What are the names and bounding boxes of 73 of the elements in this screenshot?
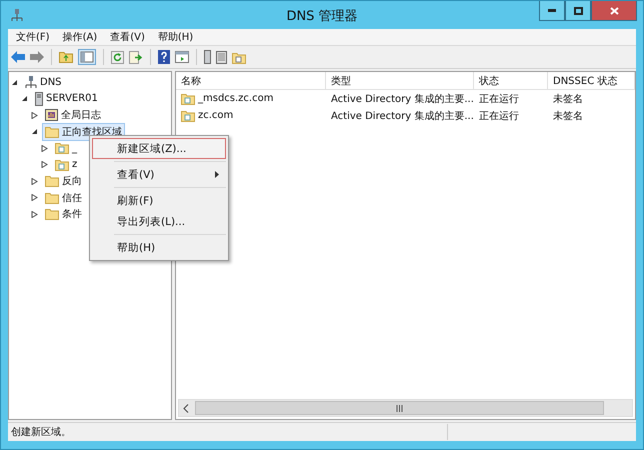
server-icon — [35, 92, 43, 106]
expanded-arrow-icon[interactable] — [21, 95, 28, 102]
scroll-thumb[interactable] — [195, 401, 604, 415]
zone-icon — [181, 92, 195, 104]
table-cell-text: 未签名 — [552, 110, 584, 124]
tree-item[interactable]: z — [72, 159, 78, 170]
table-cell: _msdcs.zc.com — [198, 93, 274, 104]
menu-item[interactable]: 导出列表(L)... — [92, 211, 226, 232]
menu-item[interactable]: 查看(V) — [110, 30, 145, 44]
minimize-button[interactable] — [539, 1, 565, 21]
horizontal-scrollbar[interactable] — [178, 399, 633, 417]
network-icon — [25, 76, 37, 89]
zone-icon — [181, 110, 195, 122]
column-header[interactable]: 类型 — [326, 72, 474, 89]
console-tree-icon[interactable] — [78, 49, 96, 65]
expanded-arrow-icon[interactable] — [31, 128, 38, 136]
expanded-arrow-icon[interactable] — [11, 78, 18, 86]
back-arrow-icon[interactable] — [11, 51, 25, 63]
tree-item[interactable]: 反向 — [62, 174, 82, 188]
tree-item[interactable]: 全局日志 — [61, 108, 101, 122]
menu-item[interactable]: 查看(V) — [92, 164, 226, 185]
column-header[interactable]: 名称 — [176, 72, 326, 89]
maximize-icon — [574, 6, 582, 14]
forward-arrow-icon[interactable] — [30, 51, 44, 63]
folder-icon — [45, 175, 59, 188]
column-header[interactable]: 状态 — [474, 72, 548, 89]
status-text: 创建新区域。 — [10, 426, 71, 439]
scroll-left-icon[interactable] — [183, 404, 189, 412]
tree-item[interactable]: 信任 — [62, 190, 82, 205]
tree-item[interactable]: SERVER01 — [46, 93, 98, 104]
action-pane-icon[interactable] — [175, 51, 189, 63]
table-cell-text: Active Directory 集成的主要... — [330, 92, 474, 106]
collapsed-arrow-icon[interactable] — [41, 144, 48, 152]
maximize-button[interactable] — [565, 1, 591, 21]
help-icon[interactable] — [158, 50, 170, 64]
table-cell-text: Active Directory 集成的主要... — [330, 110, 474, 124]
collapsed-arrow-icon[interactable] — [41, 161, 48, 168]
table-cell-text: 未签名 — [552, 92, 584, 106]
window-title: DNS 管理器 — [286, 8, 358, 25]
folder-icon — [45, 126, 59, 138]
menu-item[interactable]: 新建区域(Z)... — [92, 138, 226, 159]
log-icon — [45, 109, 58, 122]
collapsed-arrow-icon[interactable] — [31, 194, 38, 202]
folder-icon[interactable] — [232, 50, 246, 64]
network-icon — [11, 8, 23, 22]
tree-item[interactable]: DNS — [40, 76, 62, 88]
collapsed-arrow-icon[interactable] — [31, 210, 38, 218]
table-cell-text: 正在运行 — [478, 110, 520, 124]
close-button[interactable] — [591, 1, 637, 21]
column-header[interactable]: DNSSEC 状态 — [548, 72, 635, 89]
minimize-icon — [548, 9, 556, 12]
collapsed-arrow-icon[interactable] — [31, 112, 38, 119]
menu-item[interactable]: 帮助(H) — [158, 30, 194, 44]
export-icon[interactable] — [129, 50, 143, 64]
zone-icon — [55, 158, 69, 171]
tree-item[interactable]: _ — [72, 142, 77, 154]
table-cell-text: 正在运行 — [478, 92, 520, 106]
zone-icon — [55, 142, 69, 154]
collapsed-arrow-icon[interactable] — [31, 178, 38, 185]
menu-item[interactable]: 帮助(H) — [92, 237, 226, 258]
folder-icon — [45, 208, 59, 220]
menu-item[interactable]: 操作(A) — [62, 30, 98, 44]
folder-up-icon[interactable] — [59, 51, 73, 63]
table-cell: zc.com — [198, 110, 234, 121]
list-icon[interactable] — [216, 50, 227, 64]
refresh-icon[interactable] — [111, 50, 124, 64]
folder-icon — [45, 192, 59, 204]
menu-item[interactable]: 文件(F) — [16, 30, 50, 44]
server-icon[interactable] — [204, 50, 211, 64]
menu-item[interactable]: 刷新(F) — [92, 190, 226, 211]
grip-icon — [396, 404, 403, 412]
close-icon — [610, 6, 618, 14]
tree-item[interactable]: 条件 — [62, 207, 82, 222]
